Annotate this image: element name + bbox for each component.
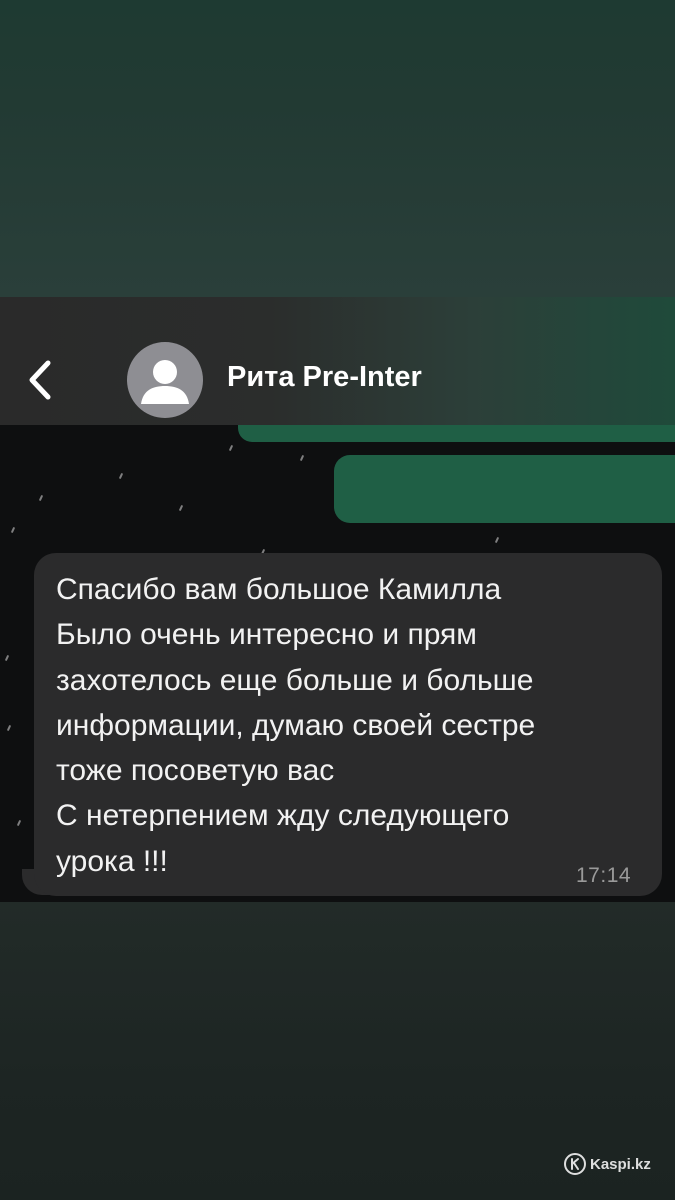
- kaspi-logo-icon: [564, 1153, 586, 1175]
- message-text: Спасибо вам большое Камилла Было очень и…: [56, 567, 646, 884]
- contact-name[interactable]: Рита Pre-Inter: [227, 361, 422, 394]
- message-timestamp: 17:14: [576, 864, 632, 887]
- message-line: информации, думаю своей сестре: [56, 708, 536, 742]
- sent-message-bubble: [334, 455, 675, 523]
- person-avatar-icon: [141, 360, 189, 404]
- back-button[interactable]: [20, 355, 60, 405]
- message-line: Было очень интересно и прям: [56, 618, 477, 652]
- message-line: С нетерпением жду следующего: [56, 799, 510, 833]
- message-line: тоже посоветую вас: [56, 754, 335, 788]
- watermark-text: Kaspi.kz: [590, 1155, 651, 1173]
- background-top: [0, 0, 675, 297]
- chat-screenshot: Рита Pre-Inter Спасибо вам большое Камил…: [0, 297, 675, 902]
- chevron-left-icon: [29, 360, 51, 400]
- chat-header: Рита Pre-Inter: [0, 297, 675, 425]
- kaspi-watermark: Kaspi.kz: [564, 1151, 651, 1177]
- message-line: Спасибо вам большое Камилла: [56, 573, 502, 606]
- contact-avatar[interactable]: [127, 342, 203, 418]
- message-line: урока !!!: [56, 844, 168, 878]
- sent-message-bubble-partial: [238, 425, 675, 442]
- message-line: захотелось еще больше и больше: [56, 663, 534, 697]
